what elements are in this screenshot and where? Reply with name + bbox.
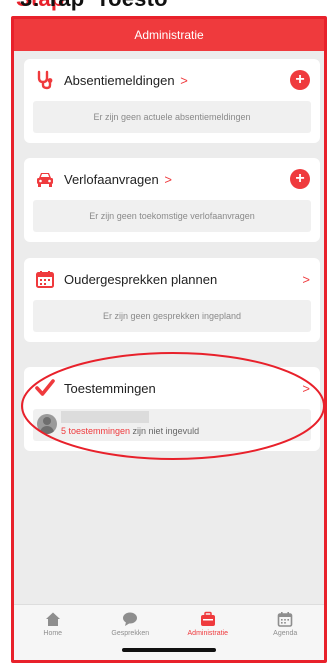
tab-label: Agenda <box>273 630 298 637</box>
tab-label: Home <box>43 630 63 637</box>
app-header: Administratie <box>14 19 324 51</box>
home-indicator <box>122 648 216 652</box>
add-leave-button[interactable]: + <box>290 169 310 189</box>
permissions-status-rest: zijn niet ingevuld <box>130 426 200 436</box>
car-icon <box>34 168 56 190</box>
tab-agenda[interactable]: Agenda <box>247 605 325 660</box>
absence-card: Absentiemeldingen > + Er zijn geen actue… <box>24 59 320 143</box>
chevron-right-icon: > <box>180 72 188 88</box>
stethoscope-icon <box>34 69 56 91</box>
permissions-header[interactable]: Toestemmingen > <box>24 367 320 409</box>
permissions-title: Toestemmingen <box>64 380 156 396</box>
absence-title: Absentiemeldingen <box>64 72 175 88</box>
chat-bubble-icon <box>122 611 138 627</box>
leave-header[interactable]: Verlofaanvragen > + <box>24 158 320 200</box>
absence-empty-state: Er zijn geen actuele absentiemeldingen <box>33 101 311 133</box>
calendar-icon <box>277 611 293 627</box>
permissions-status: 5 toestemmingen zijn niet ingevuld <box>61 426 199 436</box>
briefcase-icon <box>200 611 216 627</box>
parent-meetings-empty-state: Er zijn geen gesprekken ingepland <box>33 300 311 332</box>
absence-header[interactable]: Absentiemeldingen > + <box>24 59 320 101</box>
page-title: Administratie <box>134 28 204 42</box>
step-instruction: 3: Tap 'Toesto <box>20 0 168 12</box>
chevron-right-icon: > <box>302 380 310 396</box>
chevron-right-icon: > <box>302 271 310 287</box>
permissions-item[interactable]: 5 toestemmingen zijn niet ingevuld <box>33 409 311 441</box>
chevron-right-icon: > <box>164 171 172 187</box>
leave-card: Verlofaanvragen > + Er zijn geen toekoms… <box>24 158 320 242</box>
tab-bar: Home Gesprekken Administratie Agenda <box>14 604 324 660</box>
tab-label: Administratie <box>187 630 228 637</box>
calendar-icon <box>34 268 56 290</box>
home-icon <box>45 611 61 627</box>
leave-title: Verlofaanvragen <box>64 171 159 187</box>
tab-home[interactable]: Home <box>14 605 92 660</box>
add-absence-button[interactable]: + <box>290 70 310 90</box>
tab-label: Gesprekken <box>111 630 150 637</box>
parent-meetings-card[interactable]: Oudergesprekken plannen > Er zijn geen g… <box>24 258 320 342</box>
phone-screen: Administratie Absentiemeldingen > + Er z… <box>11 16 327 663</box>
avatar <box>37 414 57 434</box>
checkmark-icon <box>34 377 56 399</box>
permissions-card[interactable]: Toestemmingen > 5 toestemmingen zijn nie… <box>24 367 320 451</box>
parent-meetings-title: Oudergesprekken plannen <box>64 271 218 287</box>
leave-empty-state: Er zijn geen toekomstige verlofaanvragen <box>33 200 311 232</box>
redacted-name <box>61 411 149 423</box>
parent-meetings-header[interactable]: Oudergesprekken plannen > <box>24 258 320 300</box>
permissions-count: 5 toestemmingen <box>61 426 131 436</box>
